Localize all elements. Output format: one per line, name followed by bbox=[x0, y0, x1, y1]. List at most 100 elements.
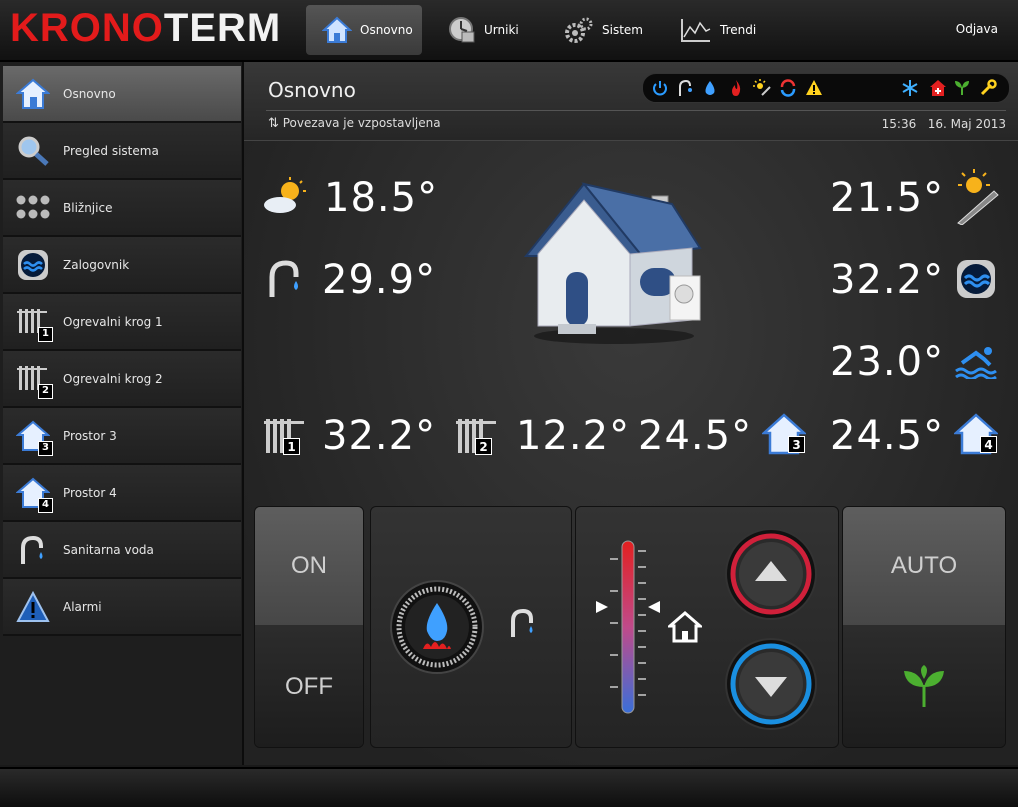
gears-icon bbox=[565, 17, 593, 43]
sidebar-item-prostor-4[interactable]: 4 Prostor 4 bbox=[3, 465, 241, 522]
faucet-icon bbox=[679, 79, 692, 96]
off-button[interactable]: OFF bbox=[255, 627, 363, 747]
water-tank-icon bbox=[957, 260, 995, 298]
temperature-down-button[interactable] bbox=[724, 637, 818, 731]
chart-icon bbox=[681, 19, 711, 42]
sidebar-item-pregled-sistema[interactable]: Pregled sistema bbox=[3, 123, 241, 180]
sidebar-item-bliznjice[interactable]: Bližnjice bbox=[3, 180, 241, 237]
tab-urniki[interactable]: Urniki bbox=[448, 5, 548, 55]
sidebar-item-label: Bližnjice bbox=[63, 200, 113, 215]
tab-label: Urniki bbox=[484, 23, 519, 37]
clock-icon bbox=[449, 17, 475, 43]
home-icon bbox=[15, 76, 51, 112]
mode-switch: AUTO bbox=[842, 506, 1006, 748]
sidebar-item-label: Prostor 4 bbox=[63, 485, 117, 500]
home-icon bbox=[668, 611, 702, 643]
outdoor-temperature: 18.5° bbox=[324, 175, 439, 221]
house-illustration bbox=[523, 182, 702, 344]
on-button[interactable]: ON bbox=[255, 507, 363, 625]
leaf-icon bbox=[904, 665, 944, 707]
room-3-temperature: 24.5° bbox=[638, 413, 753, 459]
wrench-icon bbox=[980, 79, 997, 96]
sidebar-item-zalogovnik[interactable]: Zalogovnik bbox=[3, 237, 241, 294]
sidebar-item-label: Ogrevalni krog 2 bbox=[63, 371, 163, 386]
home-icon: 3 bbox=[15, 418, 53, 456]
home-icon bbox=[322, 16, 352, 43]
tab-label: Trendi bbox=[720, 23, 757, 37]
room-3-badge: 3 bbox=[788, 436, 805, 453]
dhw-panel bbox=[370, 506, 572, 748]
sidebar-item-ogrevalni-krog-2[interactable]: 2 Ogrevalni krog 2 bbox=[3, 351, 241, 408]
pool-temperature: 23.0° bbox=[830, 339, 945, 385]
eco-mode-button[interactable] bbox=[843, 627, 1005, 747]
sidebar-item-label: Osnovno bbox=[63, 86, 116, 101]
room-number-badge: 3 bbox=[38, 440, 53, 456]
room-4-temperature: 24.5° bbox=[830, 413, 945, 459]
connection-text: Povezava je vzpostavljena bbox=[282, 116, 441, 130]
tab-osnovno[interactable]: Osnovno bbox=[306, 5, 422, 55]
snowflake-icon bbox=[902, 80, 918, 96]
setpoint-panel bbox=[575, 506, 839, 748]
logout-link[interactable]: Odjava bbox=[956, 22, 998, 36]
tab-label: Osnovno bbox=[360, 23, 413, 37]
clock-date: 16. Maj 2013 bbox=[927, 117, 1006, 131]
sidebar-item-label: Sanitarna voda bbox=[63, 542, 154, 557]
warning-icon bbox=[806, 80, 822, 95]
page-header: Osnovno ⇅ Povezava je vzpostavljena 15:3… bbox=[244, 62, 1018, 141]
sidebar-item-label: Prostor 3 bbox=[63, 428, 117, 443]
on-off-switch: ON OFF bbox=[254, 506, 364, 748]
faucet-icon bbox=[511, 608, 533, 637]
dhw-heating-button[interactable] bbox=[389, 579, 485, 675]
clock-time: 15:36 bbox=[881, 117, 917, 131]
sidebar-item-prostor-3[interactable]: 3 Prostor 3 bbox=[3, 408, 241, 465]
leaf-icon bbox=[955, 81, 969, 95]
tank-temperature: 32.2° bbox=[830, 257, 945, 303]
faucet-icon bbox=[15, 532, 51, 568]
sidebar-item-sanitarna-voda[interactable]: Sanitarna voda bbox=[3, 522, 241, 579]
flame-icon bbox=[732, 80, 741, 96]
heating-circuit-2-temperature: 12.2° bbox=[516, 413, 631, 459]
sidebar-item-label: Alarmi bbox=[63, 599, 102, 614]
radiator-icon: 1 bbox=[15, 304, 53, 342]
room-4-badge: 4 bbox=[980, 436, 997, 453]
tab-trendi[interactable]: Trendi bbox=[680, 5, 780, 55]
radiator-icon: 2 bbox=[15, 361, 53, 399]
swimmer-icon bbox=[955, 347, 997, 379]
sidebar: Osnovno Pregled sistema Bližnjice Zalogo… bbox=[0, 62, 244, 765]
temperature-up-button[interactable] bbox=[724, 527, 818, 621]
sidebar-item-ogrevalni-krog-1[interactable]: 1 Ogrevalni krog 1 bbox=[3, 294, 241, 351]
circuit-number-badge: 2 bbox=[38, 383, 53, 399]
heating-circuit-1-temperature: 32.2° bbox=[322, 413, 437, 459]
main-content: Osnovno ⇅ Povezava je vzpostavljena 15:3… bbox=[244, 62, 1018, 765]
faucet-icon bbox=[269, 260, 299, 297]
page-title: Osnovno bbox=[268, 78, 356, 102]
room-number-badge: 4 bbox=[38, 497, 53, 513]
dots-grid-icon bbox=[15, 190, 51, 226]
circuit-number-badge: 1 bbox=[38, 326, 53, 342]
solar-collector-temperature: 21.5° bbox=[830, 175, 945, 221]
first-aid-icon bbox=[930, 80, 946, 96]
auto-mode-button[interactable]: AUTO bbox=[843, 507, 1005, 625]
tab-label: Sistem bbox=[602, 23, 643, 37]
sidebar-item-label: Zalogovnik bbox=[63, 257, 130, 272]
connection-arrows-icon: ⇅ bbox=[268, 116, 279, 131]
home-icon: 4 bbox=[15, 475, 53, 513]
circuit-1-badge: 1 bbox=[283, 438, 300, 455]
circuit-2-badge: 2 bbox=[475, 438, 492, 455]
warning-icon bbox=[15, 589, 51, 625]
datetime: 15:36 16. Maj 2013 bbox=[882, 117, 1006, 131]
dashboard-area: 18.5° 29.9° 21.5° 32.2° 23.0° 1 32.2° 2 … bbox=[244, 141, 1018, 765]
tab-sistem[interactable]: Sistem bbox=[564, 5, 664, 55]
status-icon-bar bbox=[642, 73, 1010, 103]
sidebar-item-label: Ogrevalni krog 1 bbox=[63, 314, 163, 329]
top-bar: KRONOTERM Osnovno Urniki Sistem Trendi O… bbox=[0, 0, 1018, 62]
sanitary-water-temperature: 29.9° bbox=[322, 257, 437, 303]
sidebar-item-alarmi[interactable]: Alarmi bbox=[3, 579, 241, 636]
brand-logo: KRONOTERM bbox=[10, 6, 282, 50]
water-tank-icon bbox=[15, 247, 51, 283]
sun-icon bbox=[753, 79, 771, 96]
header-divider bbox=[266, 110, 1006, 111]
footer-bar bbox=[0, 767, 1018, 807]
sidebar-item-osnovno[interactable]: Osnovno bbox=[3, 66, 241, 123]
connection-status: ⇅ Povezava je vzpostavljena bbox=[268, 116, 441, 131]
